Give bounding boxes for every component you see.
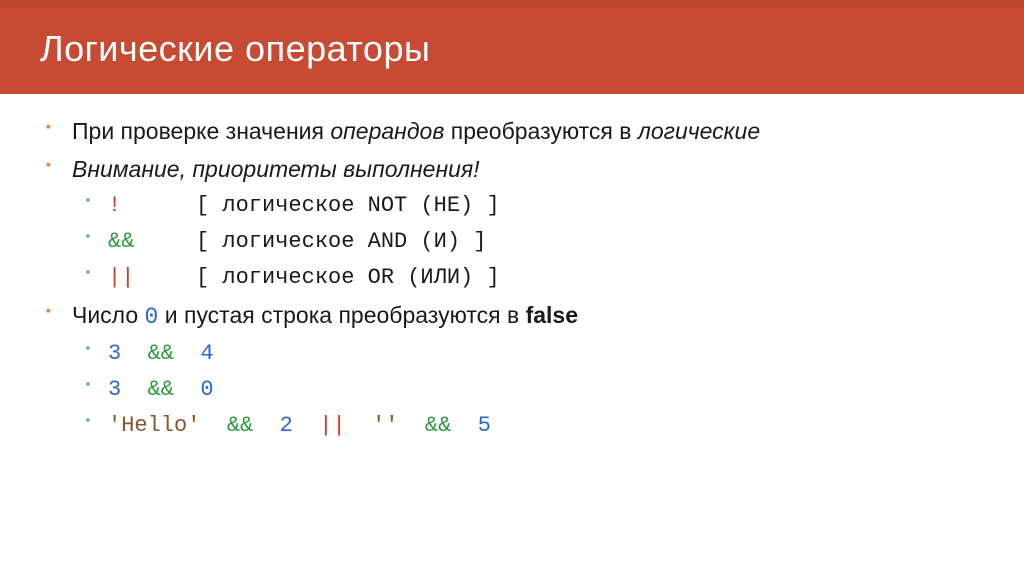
num: 2 [280,413,293,438]
num: 3 [108,377,121,402]
op: && [425,413,451,438]
op-desc: [ логическое NOT (НЕ) ] [196,193,500,218]
num: 3 [108,341,121,366]
example-2: 3 && 0 [108,373,984,407]
num: 5 [478,413,491,438]
op-desc: [ логическое AND (И) ] [196,229,486,254]
text-italic: логические [638,118,760,144]
text: и пустая строка преобразуются в [158,302,525,328]
op: && [148,377,174,402]
text-bold: false [526,302,578,328]
str: 'Hello' [108,413,200,438]
op: && [227,413,253,438]
slide-body: При проверке значения операндов преобраз… [0,94,1024,443]
slide-header: Логические операторы [0,0,1024,94]
op-or: ||[ логическое OR (ИЛИ) ] [108,261,984,295]
str: '' [372,413,398,438]
op-symbol: && [108,225,196,259]
op-and: &&[ логическое AND (И) ] [108,225,984,259]
op: && [148,341,174,366]
text: Число [72,302,145,328]
text: преобразуются в [444,118,637,144]
example-1: 3 && 4 [108,337,984,371]
text-italic: операндов [330,118,444,144]
code-zero: 0 [145,304,159,330]
op-symbol: ! [108,189,196,223]
bullet-2: Внимание, приоритеты выполнения! [72,152,984,188]
op-symbol: || [108,261,196,295]
bullet-3: Число 0 и пустая строка преобразуются в … [72,298,984,336]
op-not: ![ логическое NOT (НЕ) ] [108,189,984,223]
op: || [319,413,345,438]
num: 4 [200,341,213,366]
op-desc: [ логическое OR (ИЛИ) ] [196,265,500,290]
slide-title: Логические операторы [40,28,984,70]
example-3: 'Hello' && 2 || '' && 5 [108,409,984,443]
bullet-1: При проверке значения операндов преобраз… [72,114,984,150]
num: 0 [200,377,213,402]
text: При проверке значения [72,118,330,144]
